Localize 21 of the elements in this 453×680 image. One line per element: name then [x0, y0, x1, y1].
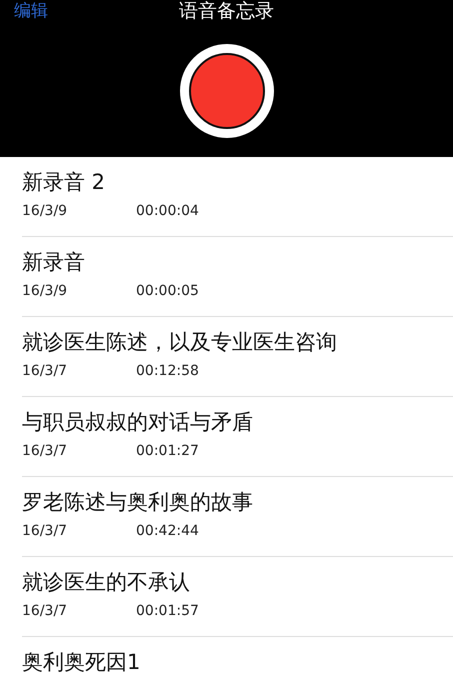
recording-date: 16/3/7 — [22, 443, 68, 459]
recording-title[interactable]: 与职员叔叔的对话与矛盾 — [22, 407, 253, 437]
recording-duration: 00:00:04 — [136, 203, 200, 219]
recording-title[interactable]: 就诊医生陈述，以及专业医生咨询 — [22, 327, 337, 357]
recording-date: 16/3/9 — [22, 203, 68, 219]
recording-title[interactable]: 就诊医生的不承认 — [22, 567, 190, 597]
recording-duration: 00:42:44 — [136, 523, 200, 539]
recording-date: 16/3/7 — [22, 603, 68, 619]
recording-duration: 00:00:05 — [136, 283, 200, 299]
edit-button[interactable]: 编辑 — [14, 0, 48, 22]
recording-duration: 00:12:58 — [136, 363, 200, 379]
recording-title[interactable]: 奥利奥死因1 — [22, 647, 140, 677]
recording-duration: 00:01:27 — [136, 443, 200, 459]
recording-date: 16/3/7 — [22, 363, 68, 379]
recording-title[interactable]: 新录音 2 — [22, 167, 106, 197]
recording-date: 16/3/7 — [22, 523, 68, 539]
recording-title[interactable]: 新录音 — [22, 247, 85, 277]
recording-date: 16/3/9 — [22, 283, 68, 299]
recording-title[interactable]: 罗老陈述与奥利奥的故事 — [22, 487, 253, 517]
screen-title: 语音备忘录 — [179, 0, 274, 22]
recording-duration: 00:01:57 — [136, 603, 200, 619]
